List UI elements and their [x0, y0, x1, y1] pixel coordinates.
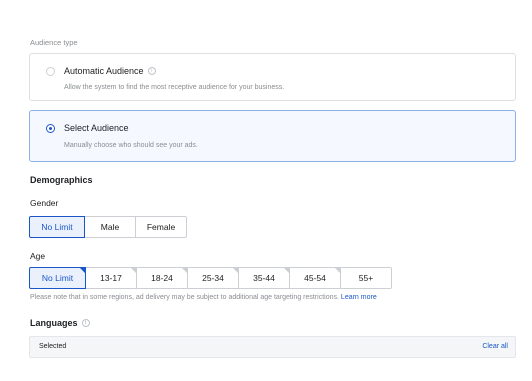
age-option-no-limit[interactable]: No Limit	[29, 267, 86, 289]
gender-selector: No Limit Male Female	[29, 216, 187, 238]
age-option-35-44[interactable]: 35-44	[238, 267, 290, 289]
info-icon[interactable]: i	[147, 66, 156, 75]
age-option-label: 35-44	[253, 273, 275, 283]
languages-selected-bar: Selected Clear all	[29, 336, 516, 358]
age-option-label: 45-54	[304, 273, 326, 283]
gender-option-male[interactable]: Male	[84, 216, 136, 238]
automatic-audience-radio[interactable]	[46, 67, 55, 76]
age-option-55-plus[interactable]: 55+	[340, 267, 392, 289]
automatic-audience-title-text: Automatic Audience	[64, 66, 144, 76]
age-option-label: 13-17	[100, 273, 122, 283]
automatic-audience-title: Automatic Audience i	[64, 66, 156, 76]
age-option-label: 18-24	[151, 273, 173, 283]
gender-option-female[interactable]: Female	[135, 216, 187, 238]
age-selector: No Limit 13-17 18-24 25-34 35-44 45-54 5…	[29, 267, 392, 289]
languages-heading-text: Languages	[30, 318, 78, 328]
info-icon[interactable]: i	[81, 318, 90, 327]
age-option-25-34[interactable]: 25-34	[187, 267, 239, 289]
age-option-label: 25-34	[202, 273, 224, 283]
select-audience-description: Manually choose who should see your ads.	[64, 142, 198, 149]
age-note-text: Please note that in some regions, ad del…	[30, 294, 339, 301]
age-option-45-54[interactable]: 45-54	[289, 267, 341, 289]
select-audience-title: Select Audience	[64, 123, 129, 133]
gender-label: Gender	[30, 198, 59, 208]
gender-option-no-limit[interactable]: No Limit	[29, 216, 85, 238]
languages-heading: Languages i	[30, 318, 90, 328]
age-restriction-note: Please note that in some regions, ad del…	[30, 294, 377, 301]
corner-marker	[80, 268, 85, 273]
demographics-heading: Demographics	[30, 175, 93, 185]
select-audience-option[interactable]: Select Audience Manually choose who shou…	[29, 110, 516, 162]
age-option-13-17[interactable]: 13-17	[85, 267, 137, 289]
automatic-audience-description: Allow the system to find the most recept…	[64, 84, 285, 91]
automatic-audience-option[interactable]: Automatic Audience i Allow the system to …	[29, 53, 516, 101]
age-option-label: No Limit	[41, 273, 74, 283]
audience-type-label: Audience type	[30, 38, 78, 47]
age-option-label: 55+	[358, 273, 374, 283]
learn-more-link[interactable]: Learn more	[341, 294, 377, 301]
age-option-18-24[interactable]: 18-24	[136, 267, 188, 289]
select-audience-radio[interactable]	[46, 124, 55, 133]
age-label: Age	[30, 251, 46, 261]
clear-all-link[interactable]: Clear all	[482, 343, 508, 350]
selected-label: Selected	[39, 343, 67, 350]
